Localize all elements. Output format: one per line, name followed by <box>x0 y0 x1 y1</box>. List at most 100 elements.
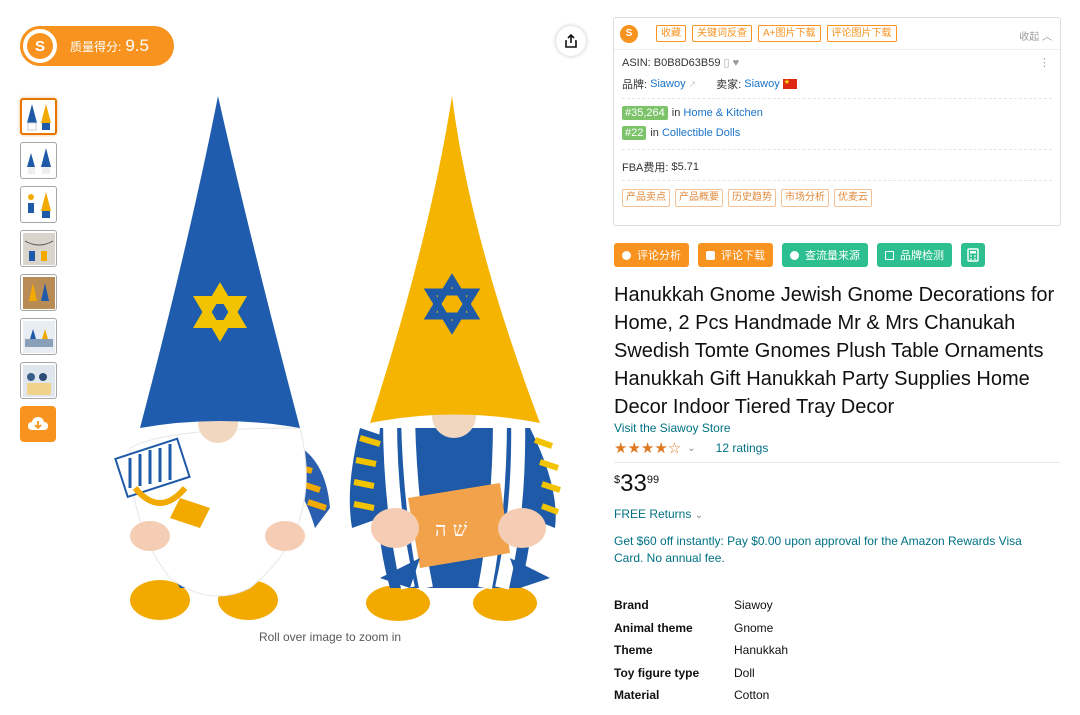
thumbnail-6[interactable] <box>20 318 57 355</box>
thumbnail-2[interactable] <box>20 142 57 179</box>
thumbnail-strip <box>20 98 58 442</box>
chevron-down-icon[interactable]: ⌄ <box>687 443 695 454</box>
quality-score-badge[interactable]: S 质量得分: 9.5 <box>20 26 174 66</box>
chevron-up-icon: ︿ <box>1042 32 1052 43</box>
tab-history-trend[interactable]: 历史趋势 <box>728 189 776 207</box>
asin-label: ASIN: <box>622 57 651 69</box>
price-fraction: 99 <box>646 474 660 486</box>
spec-row: Toy figure type Doll <box>614 662 788 685</box>
quality-label: 质量得分: <box>70 39 122 54</box>
price-whole: 33 <box>620 470 647 497</box>
plugin-logo-icon: S <box>20 26 60 66</box>
fba-value: $5.71 <box>671 161 700 173</box>
spec-key: Toy figure type <box>614 665 700 680</box>
rank-badge: #22 <box>622 126 647 140</box>
asin-row: ASIN: B0B8D63B59 ▯ ♥ ⋮ <box>614 56 1060 74</box>
main-product-image[interactable]: שׁ ה <box>90 88 570 628</box>
price-symbol: $ <box>614 474 621 486</box>
favorite-button[interactable]: 收藏 <box>656 25 686 42</box>
star-rating-icon[interactable]: ★★★★☆ <box>614 439 681 457</box>
plugin-toolbar: S 收藏 关键词反查 A+图片下载 评论图片下载 收起 ︿ <box>614 18 1060 50</box>
china-flag-icon <box>782 78 797 89</box>
rank-category-link[interactable]: Collectible Dolls <box>662 127 740 139</box>
divider <box>614 462 1060 463</box>
brand-link[interactable]: Siawoy <box>650 78 685 90</box>
spec-row: Theme Hanukkah <box>614 639 788 662</box>
seller-tool-panel: S 收藏 关键词反查 A+图片下载 评论图片下载 收起 ︿ ASIN: B0B8… <box>613 17 1061 226</box>
review-download-button[interactable]: 评论下载 <box>698 243 773 267</box>
copy-icon[interactable]: ▯ <box>724 57 730 69</box>
rating-row: ★★★★☆ ⌄ 12 ratings <box>614 439 768 457</box>
rank-badge: #35,264 <box>622 106 668 120</box>
spec-value: Siawoy <box>734 598 773 613</box>
fba-label: FBA费用: <box>622 162 669 174</box>
brand-check-icon <box>885 250 894 260</box>
ratings-count-link[interactable]: 12 ratings <box>716 441 769 455</box>
review-download-label: 评论下载 <box>721 250 765 262</box>
external-link-icon[interactable]: ↗ <box>689 79 697 90</box>
spec-value: Hanukkah <box>734 643 789 658</box>
spec-key: Theme <box>614 643 653 658</box>
visa-offer-link[interactable]: Get $60 off instantly: Pay $0.00 upon ap… <box>614 533 1054 567</box>
price: $3399 <box>614 470 659 498</box>
share-button[interactable] <box>556 26 586 56</box>
collapse-label: 收起 <box>1019 32 1040 43</box>
plugin-action-bar: 评论分析 评论下载 查流量来源 品牌检测 <box>614 243 985 267</box>
a-plus-image-download-button[interactable]: A+图片下载 <box>758 25 821 42</box>
free-returns-link[interactable]: FREE Returns ⌄ <box>614 507 703 521</box>
spec-key: Animal theme <box>614 620 693 635</box>
thumbnail-3[interactable] <box>20 186 57 223</box>
chevron-down-icon: ⌄ <box>694 510 704 521</box>
tab-youmaiyun[interactable]: 优麦云 <box>834 189 872 207</box>
brand-seller-row: 品牌: Siawoy ↗ 卖家: Siawoy <box>614 74 1060 94</box>
traffic-source-button[interactable]: 查流量来源 <box>782 243 868 267</box>
spec-value: Cotton <box>734 688 770 703</box>
svg-text:שׁ ה: שׁ ה <box>435 517 467 541</box>
rank-in: in <box>650 127 659 139</box>
rank-row-2: #22 in Collectible Dolls <box>614 123 1060 143</box>
review-image-download-button[interactable]: 评论图片下载 <box>826 25 897 42</box>
calculator-icon <box>967 248 979 262</box>
pie-icon <box>622 250 631 260</box>
spec-row: Material Cotton <box>614 684 788 707</box>
review-analysis-label: 评论分析 <box>637 250 681 262</box>
thumbnail-7[interactable] <box>20 362 57 399</box>
tab-selling-points[interactable]: 产品卖点 <box>622 189 670 207</box>
cloud-download-icon <box>28 417 48 430</box>
share-icon <box>565 33 577 48</box>
fba-fee-row: FBA费用: $5.71 <box>614 154 1060 180</box>
brand-check-label: 品牌检测 <box>900 250 944 262</box>
seller-label: 卖家: <box>716 79 742 91</box>
brand-check-button[interactable]: 品牌检测 <box>877 243 952 267</box>
rank-row-1: #35,264 in Home & Kitchen <box>614 103 1060 123</box>
plugin-tab-row: 产品卖点 产品概要 历史趋势 市场分析 优麦云 <box>614 189 1060 207</box>
seller-link[interactable]: Siawoy <box>744 78 779 90</box>
cloud-download-button[interactable] <box>20 406 56 442</box>
heart-icon[interactable]: ♥ <box>733 57 740 69</box>
thumbnail-4[interactable] <box>20 230 57 267</box>
more-options-icon[interactable]: ⋮ <box>1039 56 1050 69</box>
spec-key: Material <box>614 688 660 703</box>
store-link[interactable]: Visit the Siawoy Store <box>614 421 731 435</box>
review-analysis-button[interactable]: 评论分析 <box>614 243 689 267</box>
spec-row: Brand Siawoy <box>614 594 788 617</box>
collapse-button[interactable]: 收起 ︿ <box>1019 28 1052 43</box>
tab-product-summary[interactable]: 产品概要 <box>675 189 723 207</box>
thumbnail-5[interactable] <box>20 274 57 311</box>
yellow-gnome-illustration: שׁ ה <box>349 96 561 621</box>
quality-score: 9.5 <box>125 36 149 55</box>
zoom-hint: Roll over image to zoom in <box>258 630 402 644</box>
comment-icon <box>706 250 715 260</box>
keyword-reverse-button[interactable]: 关键词反查 <box>692 25 752 42</box>
spec-value: Doll <box>734 665 755 680</box>
spec-row: Animal theme Gnome <box>614 617 788 640</box>
rank-category-link[interactable]: Home & Kitchen <box>683 107 762 119</box>
asin-value: B0B8D63B59 <box>653 57 721 69</box>
product-title: Hanukkah Gnome Jewish Gnome Decorations … <box>614 284 1055 418</box>
spec-key: Brand <box>614 598 649 613</box>
calculator-button[interactable] <box>961 243 985 267</box>
product-specs-table: Brand Siawoy Animal theme Gnome Theme Hanuk… <box>614 594 788 707</box>
free-returns-label: FREE Returns <box>614 507 692 521</box>
thumbnail-1[interactable] <box>20 98 57 135</box>
tab-market-analysis[interactable]: 市场分析 <box>781 189 829 207</box>
